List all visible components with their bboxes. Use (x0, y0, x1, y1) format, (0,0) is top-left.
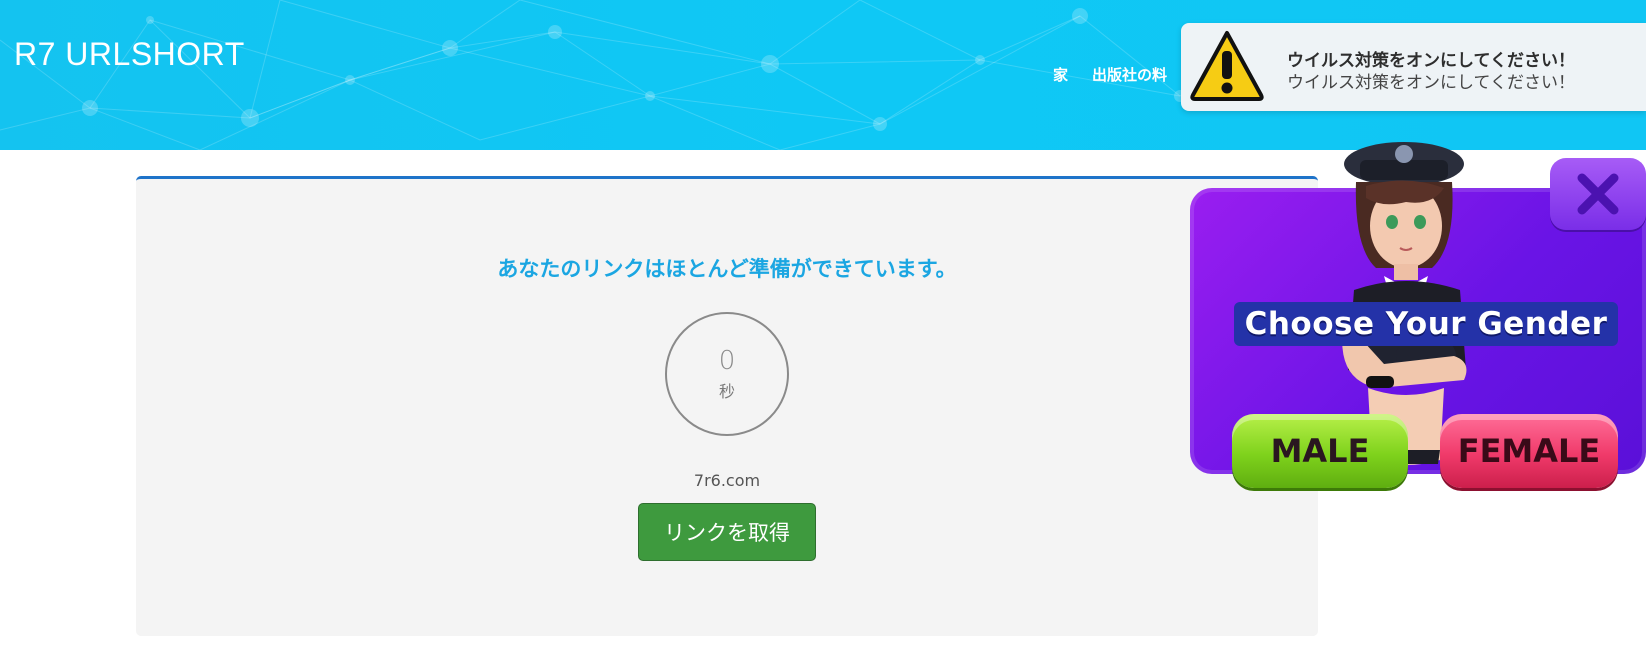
countdown-timer: 0 秒 (665, 312, 789, 436)
nav-item-publisher-rates[interactable]: 出版社の料 (1092, 64, 1167, 85)
antivirus-notification[interactable]: ウイルス対策をオンにしてください！ ウイルス対策をオンにしてください！ (1181, 23, 1646, 111)
link-card: あなたのリンクはほとんど準備ができています。 0 秒 7r6.com リンクを取… (136, 176, 1318, 636)
ad-female-button[interactable]: FEMALE (1440, 414, 1618, 488)
site-title[interactable]: R7 URLSHORT (14, 36, 245, 73)
warning-icon (1190, 31, 1264, 101)
ad-banner-text: Choose Your Gender (1234, 302, 1618, 346)
get-link-button[interactable]: リンクを取得 (638, 503, 816, 561)
ad-popup[interactable]: Choose Your Gender MALE FEMALE (1186, 130, 1646, 500)
page-title: あなたのリンクはほとんど準備ができています。 (497, 257, 957, 281)
timer-unit: 秒 (718, 382, 735, 401)
domain-label: 7r6.com (693, 471, 761, 490)
notification-text: ウイルス対策をオンにしてください！ (1287, 73, 1575, 93)
timer-value: 0 (718, 346, 736, 376)
ad-close-button[interactable] (1550, 158, 1646, 230)
close-icon (1577, 173, 1619, 215)
nav-item-home[interactable]: 家 (1053, 64, 1068, 85)
ad-male-button[interactable]: MALE (1232, 414, 1408, 488)
